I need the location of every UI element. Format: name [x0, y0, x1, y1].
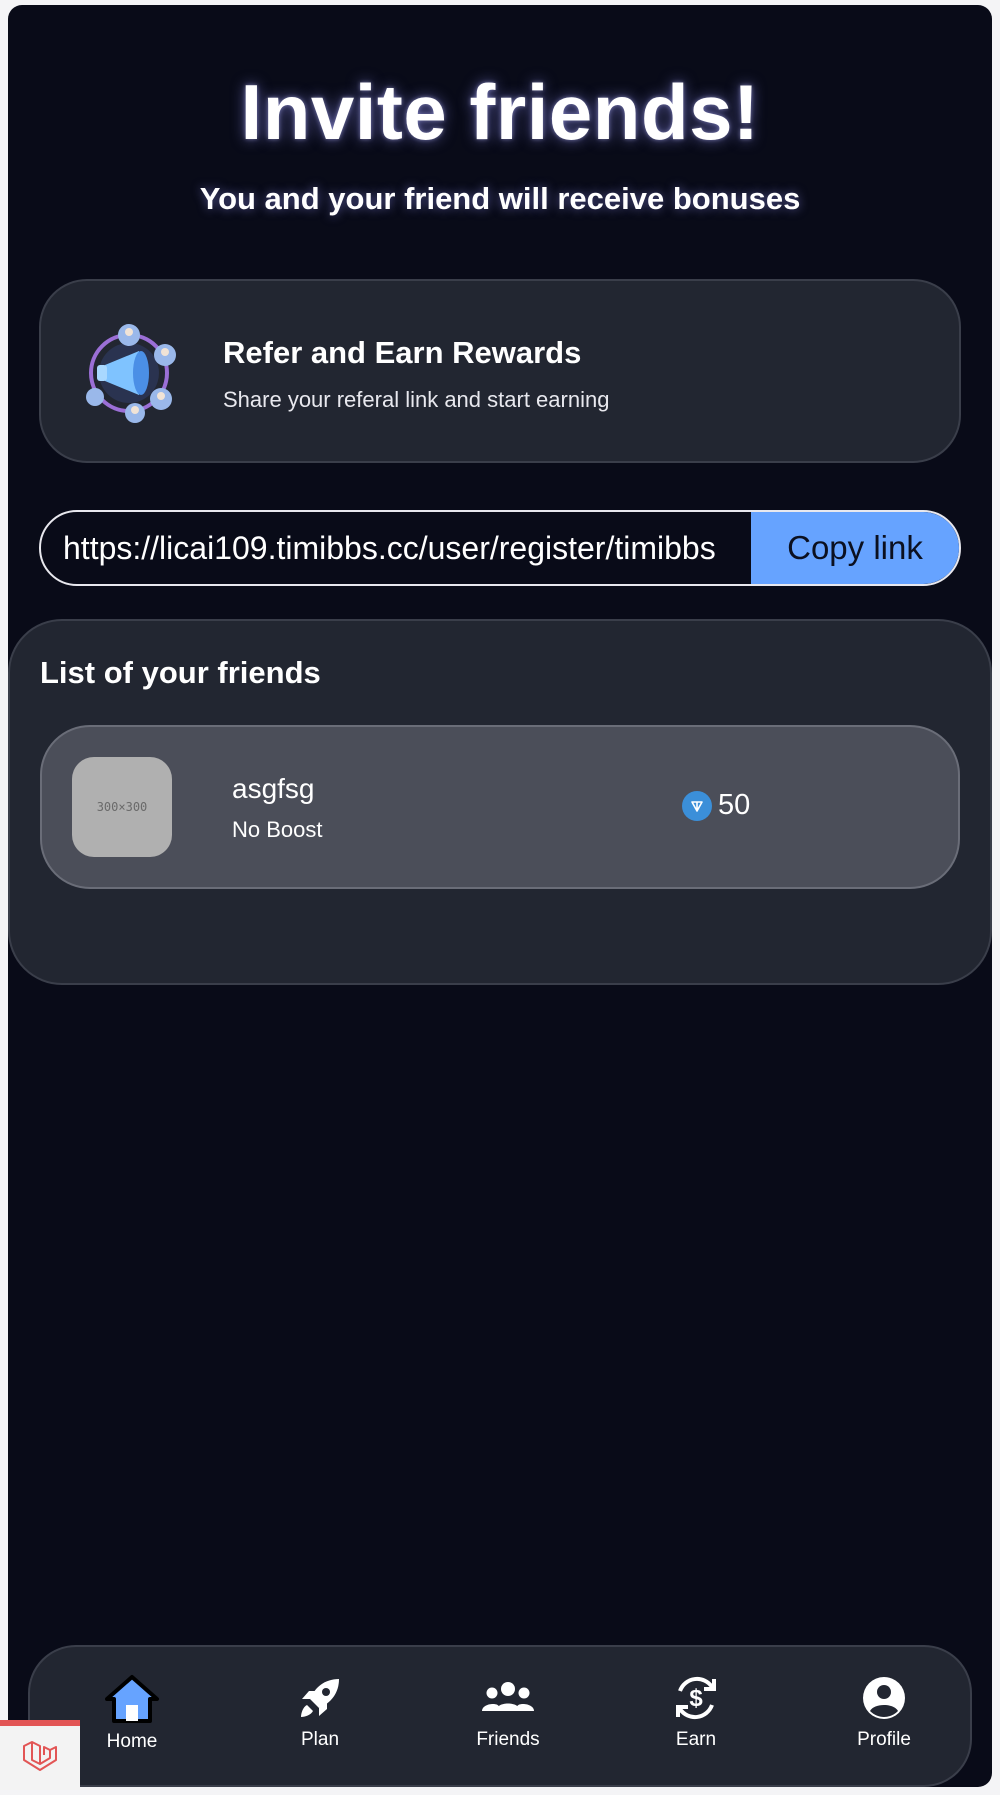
nav-item-profile[interactable]: Profile	[824, 1673, 944, 1751]
refer-card: Refer and Earn Rewards Share your refera…	[39, 279, 961, 463]
user-circle-icon	[863, 1677, 905, 1719]
dollar-exchange-icon: $	[676, 1676, 716, 1720]
svg-text:$: $	[689, 1685, 703, 1712]
refer-title: Refer and Earn Rewards	[223, 335, 582, 370]
referral-link-row: Copy link	[39, 510, 961, 586]
nav-label-profile: Profile	[857, 1729, 911, 1750]
referral-link-input[interactable]	[41, 512, 753, 584]
friend-list-item[interactable]: 300×300 asgfsg No Boost 50	[40, 725, 960, 889]
friends-list-title: List of your friends	[40, 655, 321, 690]
page-subtitle: You and your friend will receive bonuses	[199, 181, 801, 216]
refer-description: Share your referal link and start earnin…	[223, 387, 610, 412]
megaphone-people-icon	[86, 324, 176, 423]
ton-coin-icon	[682, 790, 712, 821]
laravel-debug-badge[interactable]	[0, 1720, 80, 1790]
nav-label-friends: Friends	[476, 1729, 540, 1750]
nav-label-home: Home	[106, 1731, 158, 1752]
nav-item-plan[interactable]: Plan	[260, 1673, 380, 1751]
friend-boost-status: No Boost	[232, 817, 323, 842]
page-title: Invite friends!	[240, 68, 760, 156]
nav-label-earn: Earn	[675, 1729, 717, 1750]
friend-name: asgfsg	[232, 773, 315, 804]
bottom-nav: Home Plan Friends $ Earn Profile	[28, 1645, 972, 1787]
copy-link-button[interactable]: Copy link	[751, 512, 959, 584]
nav-item-friends[interactable]: Friends	[448, 1673, 568, 1751]
users-icon	[482, 1682, 534, 1711]
friend-reward-value: 50	[718, 789, 751, 821]
home-icon	[105, 1675, 159, 1723]
app-container: Invite friends! You and your friend will…	[8, 5, 992, 1787]
nav-label-plan: Plan	[300, 1729, 340, 1750]
nav-item-earn[interactable]: $ Earn	[636, 1673, 756, 1751]
friend-reward: 50	[682, 789, 750, 822]
laravel-logo-icon	[23, 1741, 57, 1771]
nav-item-home[interactable]: Home	[72, 1673, 192, 1753]
rocket-icon	[301, 1679, 339, 1717]
friends-panel: List of your friends 300×300 asgfsg No B…	[8, 619, 992, 985]
friend-avatar: 300×300	[72, 757, 172, 857]
